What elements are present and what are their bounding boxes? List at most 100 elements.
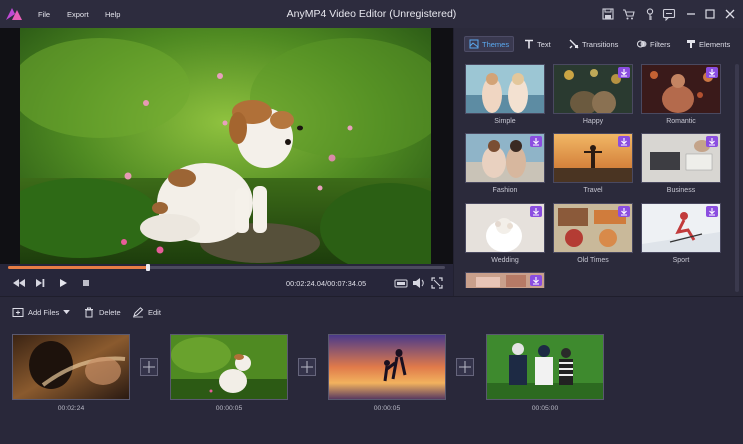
text-icon [524, 39, 534, 49]
progress-fill [8, 266, 148, 269]
delete-button[interactable]: Delete [83, 307, 121, 318]
edit-label: Edit [148, 308, 161, 317]
clip-thumbnail [12, 334, 130, 400]
save-icon[interactable] [601, 7, 615, 21]
menu-help[interactable]: Help [105, 10, 120, 19]
add-transition-button[interactable] [140, 358, 158, 376]
theme-old-times[interactable]: Old Times [553, 203, 633, 264]
add-transition-button[interactable] [298, 358, 316, 376]
edit-icon [132, 307, 144, 318]
theme-thumbnail [641, 133, 721, 183]
video-preview[interactable] [0, 28, 453, 264]
download-icon[interactable] [530, 206, 542, 217]
timeline-area: Add Files Delete Edit 00:02:24 00:00:05 … [0, 296, 743, 444]
snapshot-icon[interactable] [394, 277, 408, 289]
theme-travel[interactable]: Travel [553, 133, 633, 194]
preview-frame-puppy [20, 28, 431, 264]
theme-label: Fashion [492, 187, 518, 194]
minimize-icon[interactable] [684, 7, 698, 21]
effects-panel: Themes Text Transitions Filters Elements… [453, 28, 743, 296]
theme-partial[interactable] [465, 272, 545, 288]
panel-tabs: Themes Text Transitions Filters Elements [454, 28, 743, 60]
progress-bar[interactable] [8, 264, 445, 271]
add-transition-button[interactable] [456, 358, 474, 376]
tab-filters[interactable]: Filters [637, 36, 670, 52]
theme-thumbnail [641, 203, 721, 253]
transition-icon [459, 361, 471, 373]
theme-romantic[interactable]: Romantic [641, 64, 721, 125]
tab-themes[interactable]: Themes [464, 36, 515, 52]
theme-label: Wedding [491, 257, 519, 264]
tab-text-label: Text [537, 39, 551, 49]
tab-text[interactable]: Text [524, 36, 551, 52]
download-icon[interactable] [618, 206, 630, 217]
timeline-clip[interactable]: 00:05:00 [486, 334, 604, 412]
player-controls: 00:02:24.04/00:07:34.05 [0, 264, 453, 296]
add-files-icon [12, 307, 24, 318]
elements-icon [686, 39, 696, 49]
download-icon[interactable] [618, 67, 630, 78]
theme-thumbnail [553, 133, 633, 183]
tab-elements[interactable]: Elements [686, 36, 730, 52]
tab-elements-label: Elements [699, 39, 731, 49]
clip-duration: 00:02:24 [57, 405, 85, 412]
rewind-icon[interactable] [12, 277, 26, 289]
app-logo [5, 6, 23, 22]
filters-icon [637, 39, 647, 49]
cart-icon[interactable] [622, 7, 636, 21]
theme-label: Business [666, 187, 696, 194]
title-bar: File Export Help AnyMP4 Video Editor (Un… [0, 0, 743, 28]
fullscreen-icon[interactable] [431, 277, 443, 289]
theme-label: Old Times [577, 257, 609, 264]
theme-sport[interactable]: Sport [641, 203, 721, 264]
progress-thumb[interactable] [145, 264, 150, 271]
key-icon[interactable] [643, 7, 657, 21]
clip-thumbnail [486, 334, 604, 400]
stop-icon[interactable] [80, 277, 92, 289]
play-icon[interactable] [57, 277, 69, 289]
theme-business[interactable]: Business [641, 133, 721, 194]
menu-file[interactable]: File [38, 10, 50, 19]
theme-thumbnail [465, 203, 545, 253]
menu-export[interactable]: Export [67, 10, 89, 19]
theme-thumbnail [465, 64, 545, 114]
delete-label: Delete [99, 308, 121, 317]
theme-happy[interactable]: Happy [553, 64, 633, 125]
theme-simple[interactable]: Simple [465, 64, 545, 125]
download-icon[interactable] [706, 67, 718, 78]
theme-label: Happy [582, 118, 604, 125]
volume-icon[interactable] [412, 277, 426, 289]
download-icon[interactable] [618, 136, 630, 147]
transitions-icon [569, 39, 579, 49]
maximize-icon[interactable] [703, 7, 717, 21]
theme-label: Sport [672, 257, 690, 264]
close-icon[interactable] [723, 7, 737, 21]
theme-label: Romantic [666, 118, 696, 125]
tab-filters-label: Filters [650, 39, 671, 49]
download-icon[interactable] [530, 275, 542, 286]
clip-duration: 00:05:00 [531, 405, 559, 412]
edit-button[interactable]: Edit [132, 307, 161, 318]
timeline-clip[interactable]: 00:00:05 [328, 334, 446, 412]
step-forward-icon[interactable] [34, 277, 46, 289]
download-icon[interactable] [530, 136, 542, 147]
download-icon[interactable] [706, 136, 718, 147]
clip-duration: 00:00:05 [373, 405, 401, 412]
timeline-clip[interactable]: 00:00:05 [170, 334, 288, 412]
theme-wedding[interactable]: Wedding [465, 203, 545, 264]
feedback-icon[interactable] [662, 7, 676, 21]
tab-transitions[interactable]: Transitions [569, 36, 618, 52]
chevron-down-icon[interactable] [63, 308, 71, 317]
theme-thumbnail [465, 133, 545, 183]
add-files-label: Add Files [28, 308, 60, 317]
add-files-button[interactable]: Add Files [12, 307, 71, 318]
tab-themes-label: Themes [482, 39, 510, 49]
theme-thumbnail [553, 203, 633, 253]
panel-scrollbar[interactable] [735, 64, 739, 292]
clip-thumbnail [328, 334, 446, 400]
theme-thumbnail [465, 272, 545, 288]
theme-label: Travel [583, 187, 603, 194]
download-icon[interactable] [706, 206, 718, 217]
timeline-clip[interactable]: 00:02:24 [12, 334, 130, 412]
theme-fashion[interactable]: Fashion [465, 133, 545, 194]
